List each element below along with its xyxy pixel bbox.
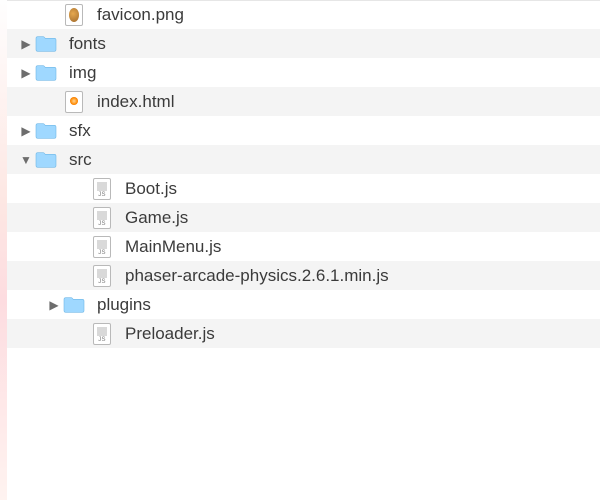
disclosure-down-icon[interactable]: ▼	[17, 153, 35, 167]
tree-row[interactable]: ▶Preloader.js	[7, 319, 600, 348]
js-file-icon	[91, 178, 113, 200]
tree-item-label: MainMenu.js	[125, 237, 221, 257]
tree-row[interactable]: ▶favicon.png	[7, 0, 600, 29]
tree-row[interactable]: ▶ fonts	[7, 29, 600, 58]
tree-row[interactable]: ▼ src	[7, 145, 600, 174]
folder-icon	[63, 294, 85, 316]
folder-icon	[35, 33, 57, 55]
tree-item-label: img	[69, 63, 96, 83]
tree-item-label: Boot.js	[125, 179, 177, 199]
tree-item-label: src	[69, 150, 92, 170]
tree-row[interactable]: ▶Game.js	[7, 203, 600, 232]
folder-icon	[35, 62, 57, 84]
tree-item-label: Game.js	[125, 208, 188, 228]
tree-item-label: plugins	[97, 295, 151, 315]
js-file-icon	[91, 323, 113, 345]
js-file-icon	[91, 236, 113, 258]
folder-icon	[35, 149, 57, 171]
tree-item-label: fonts	[69, 34, 106, 54]
tree-row[interactable]: ▶ img	[7, 58, 600, 87]
disclosure-right-icon[interactable]: ▶	[17, 66, 35, 80]
tree-item-label: favicon.png	[97, 5, 184, 25]
tree-item-label: phaser-arcade-physics.2.6.1.min.js	[125, 266, 389, 286]
folder-icon	[35, 120, 57, 142]
tree-row[interactable]: ▶MainMenu.js	[7, 232, 600, 261]
disclosure-right-icon[interactable]: ▶	[45, 298, 63, 312]
js-file-icon	[91, 207, 113, 229]
tree-row[interactable]: ▶Boot.js	[7, 174, 600, 203]
disclosure-right-icon[interactable]: ▶	[17, 124, 35, 138]
disclosure-right-icon[interactable]: ▶	[17, 37, 35, 51]
js-file-icon	[91, 265, 113, 287]
tree-row[interactable]: ▶phaser-arcade-physics.2.6.1.min.js	[7, 261, 600, 290]
tree-row[interactable]: ▶index.html	[7, 87, 600, 116]
image-file-icon	[63, 4, 85, 26]
tree-item-label: index.html	[97, 92, 174, 112]
window-edge	[0, 0, 7, 500]
tree-item-label: Preloader.js	[125, 324, 215, 344]
tree-row[interactable]: ▶ plugins	[7, 290, 600, 319]
tree-item-label: sfx	[69, 121, 91, 141]
file-tree: ▶favicon.png▶fonts▶img▶index.html▶sfx▼sr…	[7, 0, 600, 500]
html-file-icon	[63, 91, 85, 113]
tree-row[interactable]: ▶ sfx	[7, 116, 600, 145]
